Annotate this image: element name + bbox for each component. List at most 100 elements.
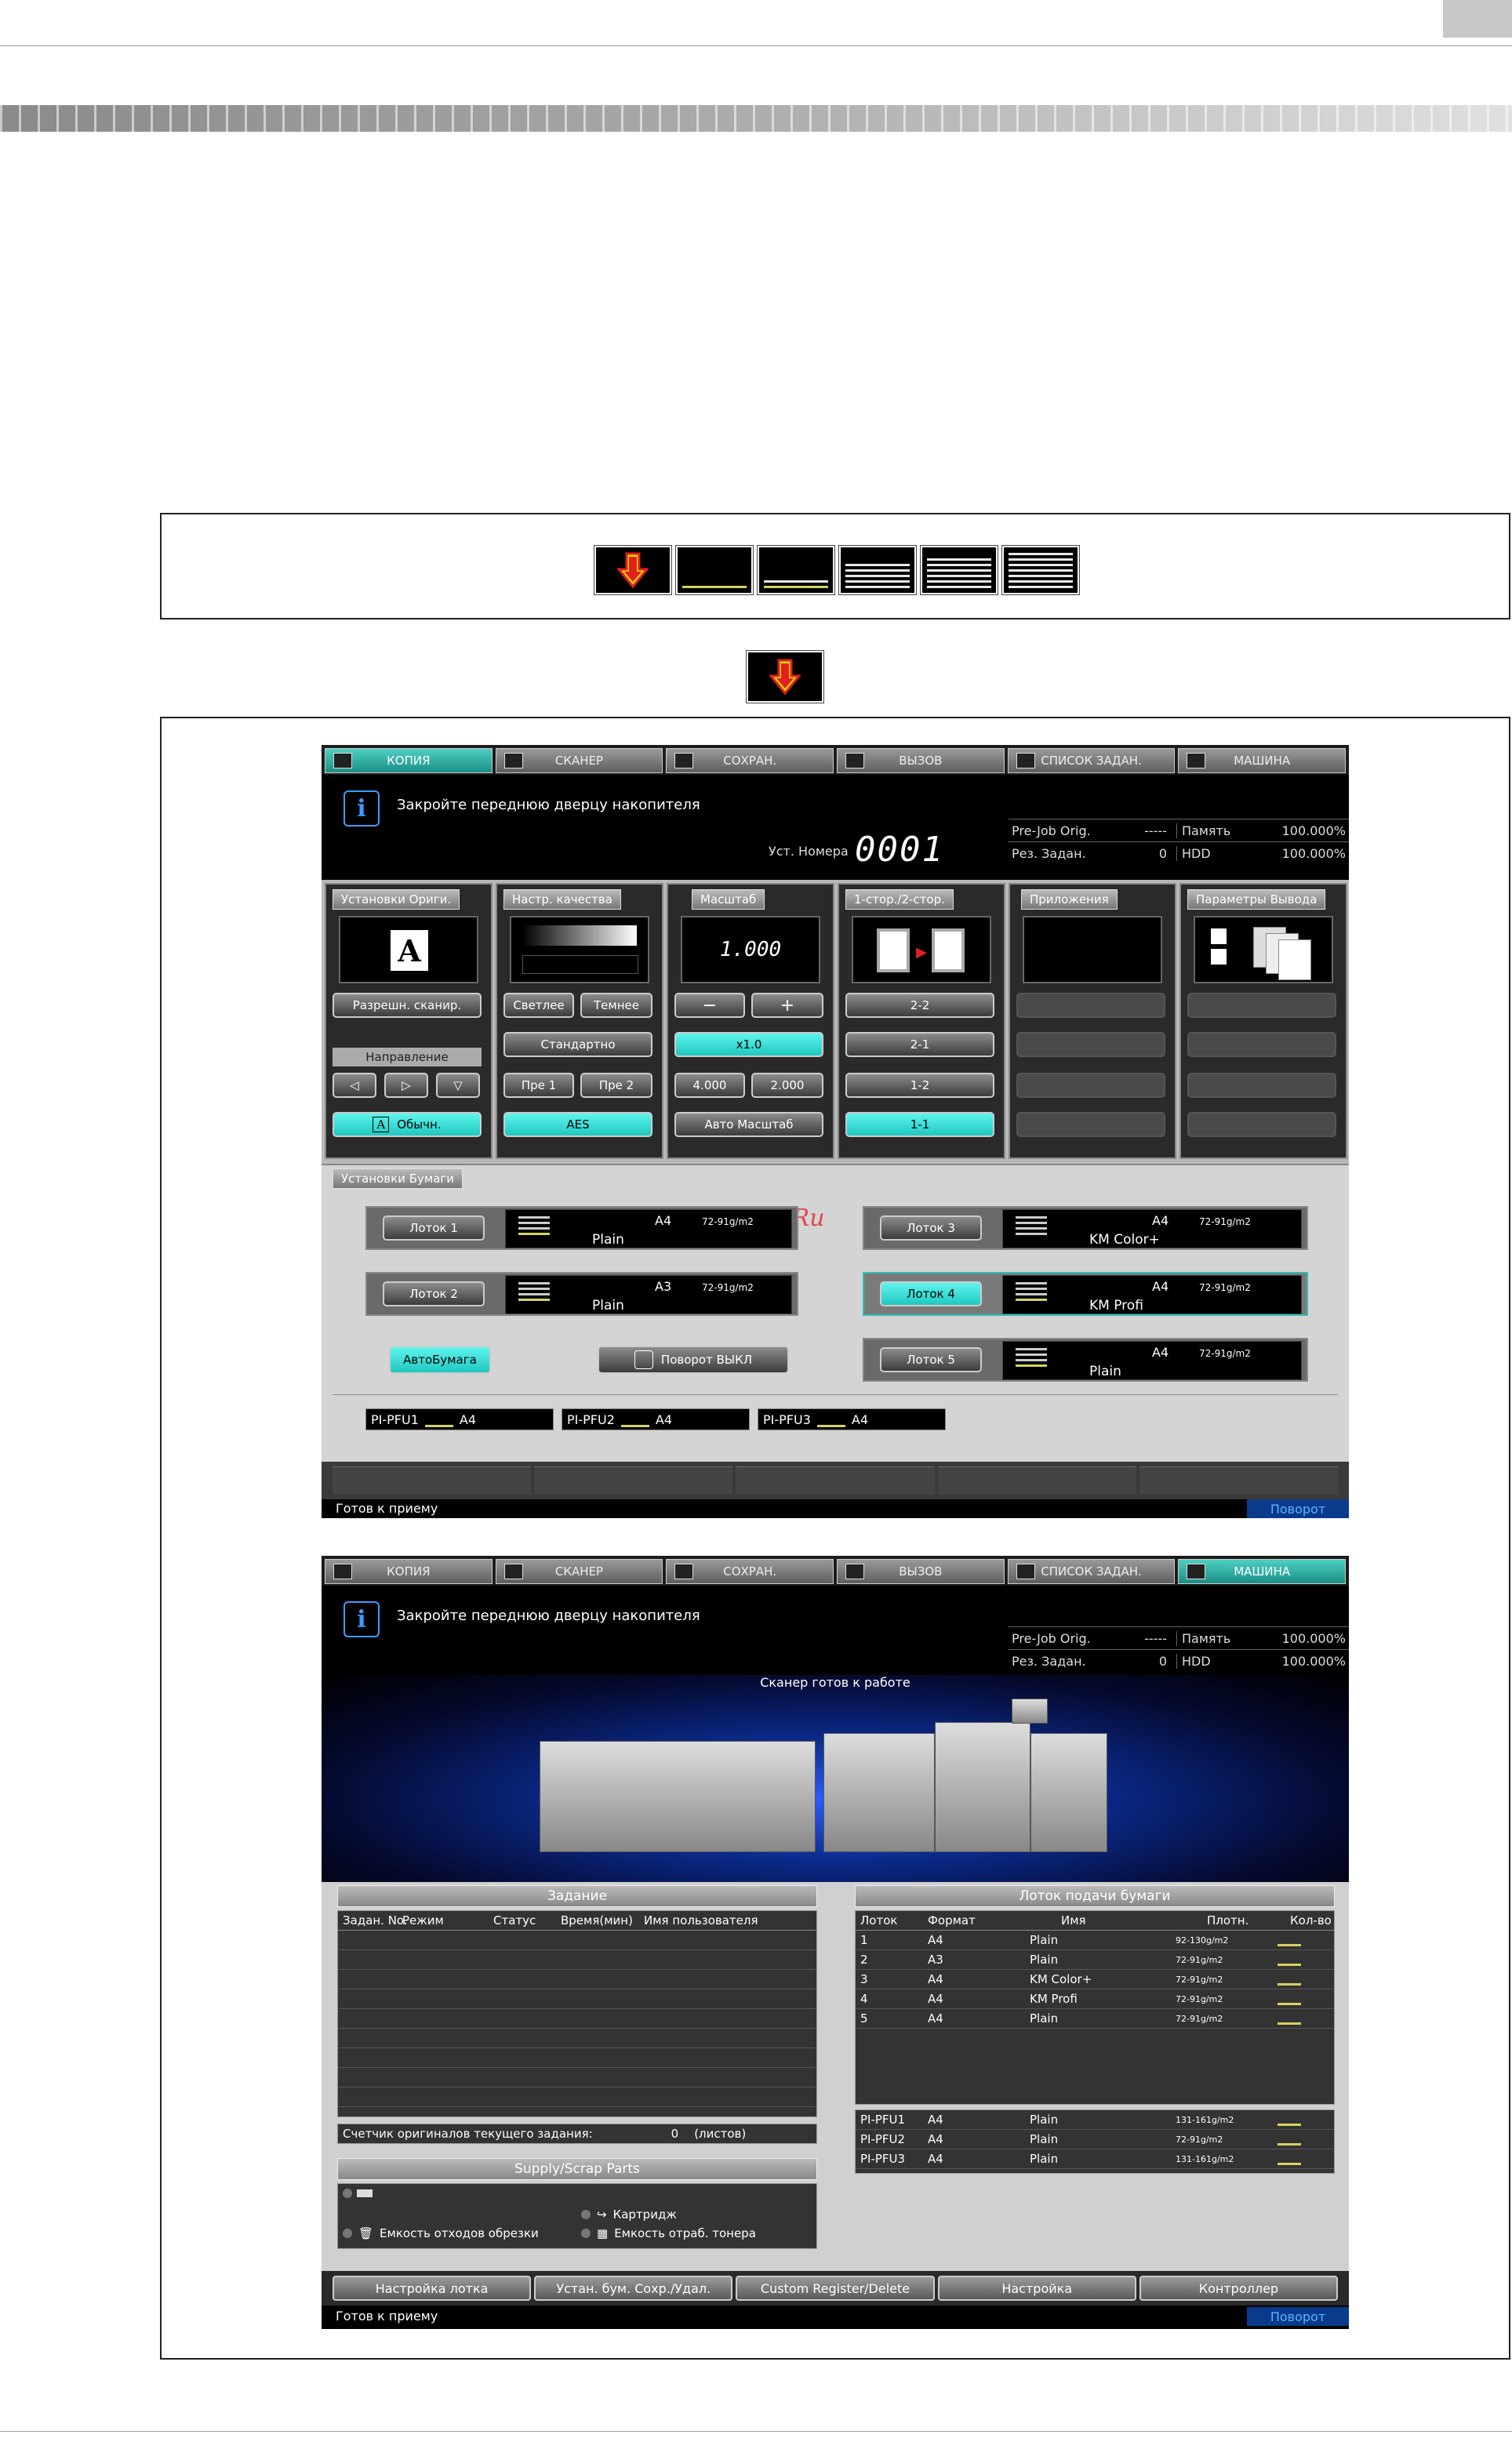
scanner-icon: [503, 1564, 523, 1579]
tray-2-display: A3 72-91g/m2 Plain: [505, 1275, 792, 1314]
direction-right-button[interactable]: ▷: [384, 1073, 428, 1098]
status-grid: Pre-Job Orig. ----- Память 100.000% Рез. За…: [1009, 1626, 1349, 1672]
tab-job-list[interactable]: СПИСОК ЗАДАН.: [1007, 1559, 1176, 1584]
cell-tray: 4: [860, 1992, 868, 2006]
message-area: i Закройте переднюю дверцу накопителя Ус…: [322, 775, 1349, 880]
table-row[interactable]: [338, 1989, 816, 2009]
cell-weight: 72-91g/m2: [1176, 1974, 1223, 1985]
tab-scanner[interactable]: СКАНЕР: [495, 1559, 663, 1584]
cell-name: Plain: [1030, 2113, 1059, 2127]
tray-5-button[interactable]: Лоток 5: [880, 1347, 982, 1372]
duplex-1-1-button[interactable]: 1-1: [845, 1112, 994, 1137]
table-row[interactable]: PI-PFU3 A4 Plain 131-161g/m2: [856, 2149, 1334, 2169]
table-row[interactable]: 4 A4 KM Profi 72-91g/m2: [856, 1989, 1334, 2009]
pre1-button[interactable]: Пре 1: [503, 1073, 574, 1098]
pfu-feed-rows: PI-PFU1 A4 Plain 131-161g/m2 PI-PFU2 A4 Plain 7…: [856, 2110, 1334, 2169]
tray-4-row: Лоток 4 A4 72-91g/m2 KM Profi: [863, 1272, 1308, 1316]
tray-1-button[interactable]: Лоток 1: [383, 1215, 485, 1241]
tray-4-button[interactable]: Лоток 4: [880, 1281, 982, 1306]
table-row[interactable]: [338, 2009, 816, 2029]
duplex-2-2-button[interactable]: 2-2: [845, 993, 994, 1018]
table-row[interactable]: [338, 1970, 816, 1989]
pfu3-indicator: PI-PFU3 A4: [758, 1408, 946, 1430]
direction-down-button[interactable]: ▽: [436, 1073, 480, 1098]
tab-scanner[interactable]: СКАНЕР: [495, 748, 663, 773]
rotation-off-button[interactable]: Поворот ВЫКЛ: [598, 1346, 789, 1374]
auto-zoom-button[interactable]: Авто Масштаб: [674, 1112, 823, 1137]
paper-level-indicator-box: [160, 513, 1510, 619]
punch-icon: [1211, 949, 1227, 965]
controller-button[interactable]: Контроллер: [1139, 2276, 1339, 2301]
job-header: Задание: [337, 1885, 817, 1907]
table-row[interactable]: PI-PFU2 A4 Plain 72-91g/m2: [856, 2130, 1334, 2149]
paper-level-icon: [620, 1412, 649, 1427]
store-icon: [674, 1564, 694, 1579]
tab-recall[interactable]: ВЫЗОВ: [837, 1559, 1005, 1584]
zoom-value: 1.000: [719, 938, 782, 961]
cell-tray: PI-PFU1: [860, 2113, 906, 2127]
scan-resolution-button[interactable]: Разрешн. сканир.: [333, 993, 482, 1018]
duplex-header[interactable]: 1-стор./2-стор.: [845, 889, 954, 910]
zoom-4x-button[interactable]: 4.000: [674, 1073, 745, 1098]
quality-header[interactable]: Настр. качества: [503, 889, 621, 910]
zoom-plus-button[interactable]: +: [751, 993, 823, 1018]
output-header[interactable]: Параметры Вывода: [1187, 889, 1326, 910]
zoom-minus-button[interactable]: −: [674, 993, 745, 1018]
cell-name: Plain: [1030, 2132, 1059, 2146]
staple-icon: [1211, 928, 1227, 944]
tab-machine[interactable]: МАШИНА: [1178, 748, 1347, 773]
empty-indicator-callout: [746, 650, 824, 703]
table-row[interactable]: [338, 1950, 816, 1970]
direction-left-button[interactable]: ◁: [333, 1073, 376, 1098]
zoom-x1-button[interactable]: x1.0: [674, 1032, 823, 1057]
lighter-button[interactable]: Светлее: [503, 993, 574, 1018]
job-table-header: Задан. No. Режим Статус Время(мин) Имя п…: [338, 1911, 816, 1931]
zoom-2x-button[interactable]: 2.000: [751, 1073, 823, 1098]
control-panel-image: [1012, 1699, 1048, 1724]
custom-register-delete-button[interactable]: Custom Register/Delete: [736, 2276, 935, 2301]
applications-header[interactable]: Приложения: [1021, 889, 1118, 910]
table-row[interactable]: 5 A4 Plain 72-91g/m2: [856, 2009, 1334, 2029]
table-row[interactable]: [338, 2029, 816, 2048]
tab-job-list[interactable]: СПИСОК ЗАДАН.: [1007, 748, 1176, 773]
table-row[interactable]: 2 A3 Plain 72-91g/m2: [856, 1950, 1334, 1970]
standard-button[interactable]: Стандартно: [503, 1032, 652, 1057]
copy-icon: [333, 1564, 352, 1579]
quantity-level-icon: [1278, 2134, 1301, 2146]
rotation-button[interactable]: Поворот: [1247, 1499, 1349, 1518]
cell-size: A4: [928, 1992, 943, 2006]
settings-button[interactable]: Настройка: [937, 2276, 1136, 2301]
staple-cartridge-icon: [357, 2189, 373, 2197]
table-row[interactable]: PI-PFU1 A4 Plain 131-161g/m2: [856, 2110, 1334, 2130]
paper-set-save-delete-button[interactable]: Устан. бум. Сохр./Удал.: [534, 2276, 733, 2301]
duplex-1-2-button[interactable]: 1-2: [845, 1073, 994, 1098]
duplex-2-1-button[interactable]: 2-1: [845, 1032, 994, 1057]
paper-settings-header[interactable]: Установки Бумаги: [333, 1168, 463, 1189]
pre2-button[interactable]: Пре 2: [580, 1073, 652, 1098]
tab-copy[interactable]: КОПИЯ: [325, 748, 492, 773]
zoom-header[interactable]: Масштаб: [692, 889, 765, 910]
tab-recall[interactable]: ВЫЗОВ: [837, 748, 1005, 773]
table-row[interactable]: [338, 2087, 816, 2107]
copy-icon: [333, 753, 352, 768]
tray-settings-button[interactable]: Настройка лотка: [333, 2276, 532, 2301]
aes-button[interactable]: AES: [503, 1112, 652, 1137]
tab-copy[interactable]: КОПИЯ: [325, 1559, 492, 1584]
tray-3-button[interactable]: Лоток 3: [880, 1215, 982, 1241]
orig-settings-header[interactable]: Установки Ориги.: [333, 889, 460, 910]
table-row[interactable]: 1 A4 Plain 92-130g/m2: [856, 1931, 1334, 1950]
table-row[interactable]: 3 A4 KM Color+ 72-91g/m2: [856, 1970, 1334, 1989]
table-row[interactable]: [338, 1931, 816, 1950]
auto-paper-button[interactable]: АвтоБумага: [389, 1346, 491, 1374]
tab-machine[interactable]: МАШИНА: [1178, 1559, 1347, 1584]
cell-tray: 5: [860, 2011, 868, 2026]
normal-orientation-button[interactable]: A Обычн.: [333, 1112, 482, 1137]
recall-icon: [845, 753, 865, 768]
table-row[interactable]: [338, 2068, 816, 2087]
tray-2-button[interactable]: Лоток 2: [383, 1281, 485, 1306]
rotation-button[interactable]: Поворот: [1247, 2307, 1349, 2326]
tab-store[interactable]: СОХРАН.: [666, 1559, 834, 1584]
tab-store[interactable]: СОХРАН.: [666, 748, 834, 773]
darker-button[interactable]: Темнее: [580, 993, 652, 1018]
table-row[interactable]: [338, 2048, 816, 2068]
